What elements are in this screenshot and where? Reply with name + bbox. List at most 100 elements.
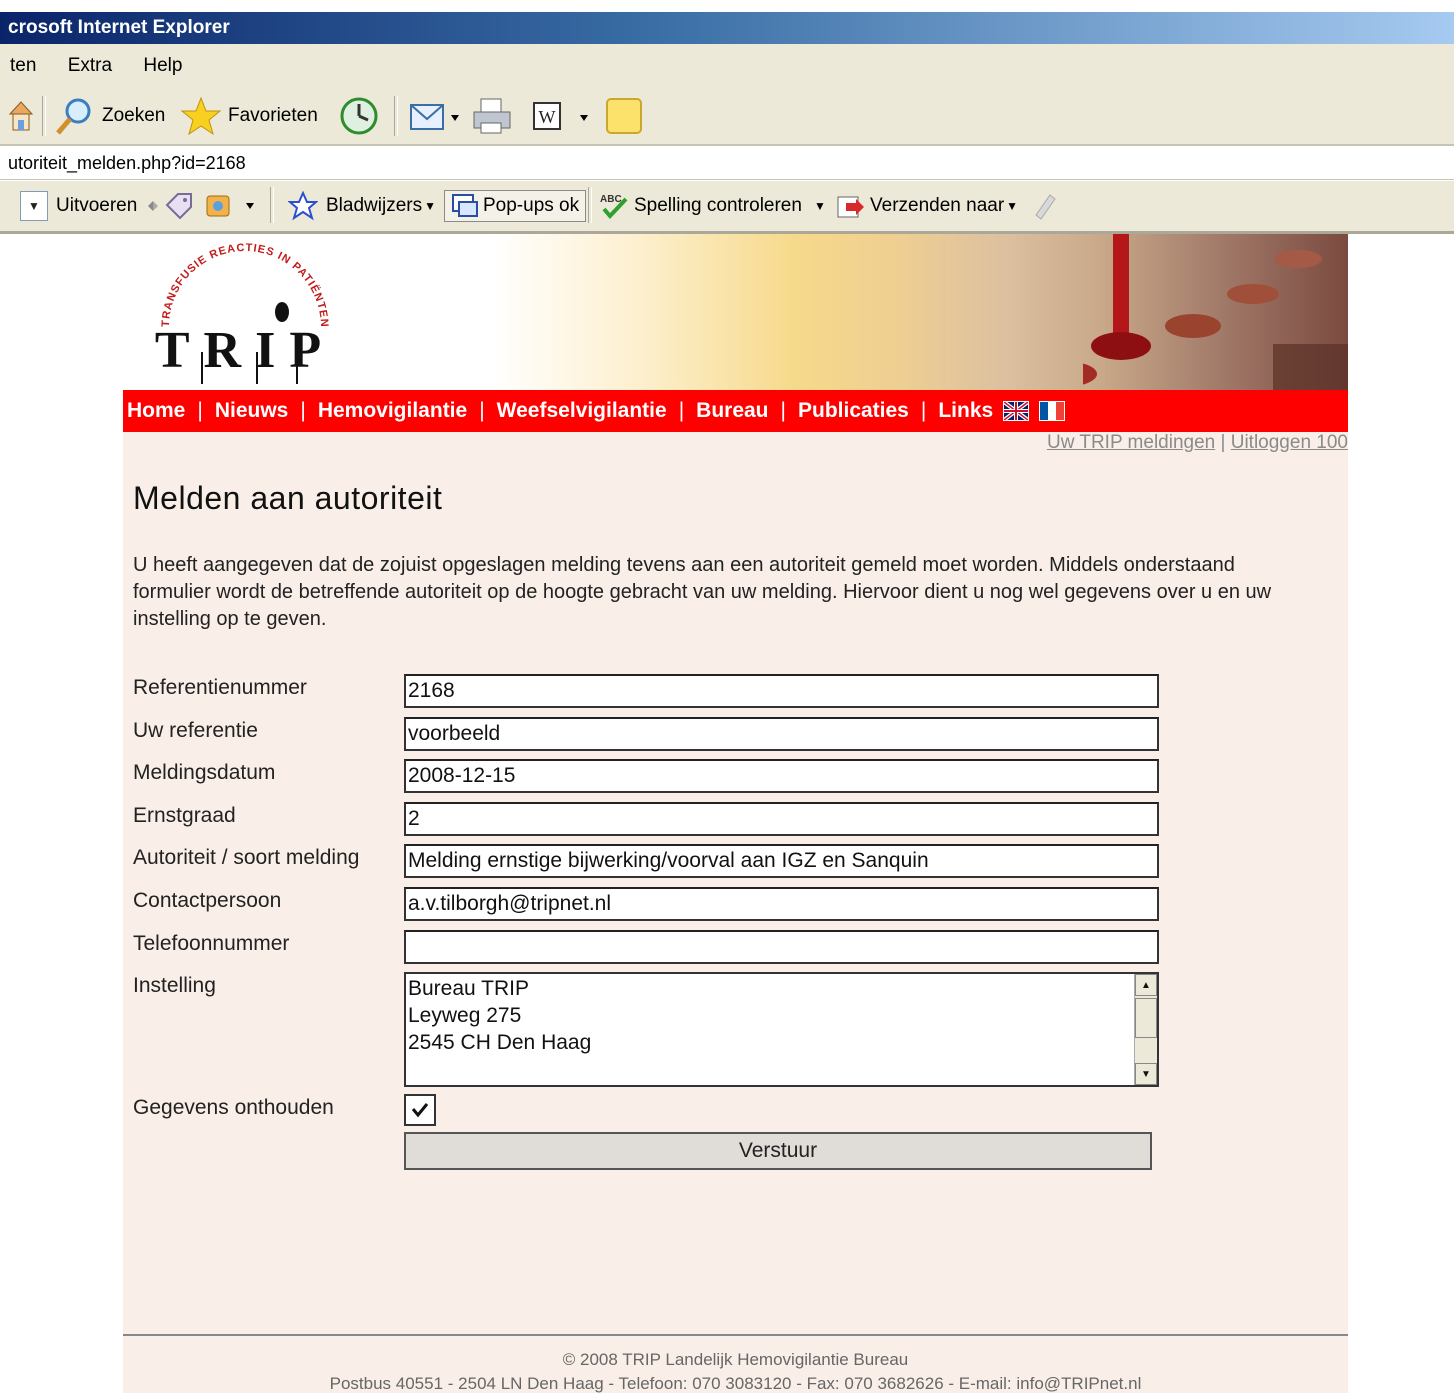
blood-plate-image: [1083, 234, 1348, 390]
flag-fr-icon[interactable]: [1039, 401, 1066, 421]
nav-publicaties[interactable]: Publicaties: [798, 399, 909, 423]
user-links: Uw TRIP meldingen | Uitloggen 100: [1047, 432, 1348, 454]
spelling-label: Spelling controleren: [634, 195, 802, 216]
note-button[interactable]: [604, 88, 652, 144]
popups-label: Pop-ups ok: [483, 195, 580, 216]
textarea-line: 2545 CH Den Haag: [408, 1031, 592, 1054]
nav-separator: |: [197, 399, 203, 422]
form-row-onthouden: Gegevens onthouden: [133, 1094, 1163, 1130]
menu-item-extra[interactable]: Extra: [68, 44, 112, 88]
menu-item-file[interactable]: ten: [10, 44, 36, 88]
spelling-button[interactable]: ABC Spelling controleren ▼: [598, 181, 826, 231]
highlighter-button[interactable]: [1030, 181, 1058, 231]
links-toolbar: ▼ Uitvoeren Bladwijzers ▼ Pop-ups ok ABC…: [0, 181, 1454, 234]
svg-text:W: W: [539, 107, 556, 127]
spellcheck-icon: ABC: [600, 194, 628, 219]
popups-button[interactable]: Pop-ups ok: [444, 181, 587, 231]
field-label: Telefoonnummer: [133, 932, 290, 955]
nav-bureau[interactable]: Bureau: [696, 399, 768, 423]
my-reports-link[interactable]: Uw TRIP meldingen: [1047, 432, 1215, 453]
run-label: Uitvoeren: [56, 195, 138, 216]
form-row-ernstgraad: Ernstgraad 2: [133, 802, 1163, 838]
menu-item-help[interactable]: Help: [143, 44, 182, 88]
bookmarks-label: Bladwijzers: [326, 195, 423, 216]
nav-home[interactable]: Home: [127, 399, 185, 423]
footer-email-link[interactable]: info@TRIPnet.nl: [1016, 1374, 1141, 1393]
mail-icon: [410, 104, 459, 130]
referentienummer-input[interactable]: 2168: [404, 674, 1159, 708]
field-label: Uw referentie: [133, 719, 258, 742]
field-label: Instelling: [133, 974, 216, 997]
form-row-contactpersoon: Contactpersoon a.v.tilborgh@tripnet.nl: [133, 887, 1163, 923]
tools-button[interactable]: [204, 181, 264, 231]
search-label: Zoeken: [102, 105, 166, 126]
meldingsdatum-input[interactable]: 2008-12-15: [404, 759, 1159, 793]
standard-toolbar: Zoeken Favorieten W: [0, 88, 1454, 146]
printer-icon: [473, 98, 511, 134]
history-icon: [340, 97, 378, 135]
nav-separator: |: [678, 399, 685, 422]
note-icon: [606, 98, 642, 134]
form-row-autoriteit: Autoriteit / soort melding Melding ernst…: [133, 844, 1163, 880]
logo-text: TRIP: [155, 322, 335, 379]
nav-separator: |: [920, 399, 927, 422]
verstuur-button[interactable]: Verstuur: [404, 1132, 1152, 1170]
nav-separator: |: [479, 399, 485, 422]
home-button[interactable]: [8, 88, 40, 144]
logout-link[interactable]: Uitloggen 100: [1231, 432, 1348, 453]
scroll-down-icon[interactable]: ▼: [1135, 1063, 1157, 1085]
scroll-up-icon[interactable]: ▲: [1135, 974, 1157, 996]
nav-hemovigilantie[interactable]: Hemovigilantie: [318, 399, 467, 423]
telefoonnummer-input[interactable]: [404, 930, 1159, 964]
autoriteit-input[interactable]: Melding ernstige bijwerking/voorval aan …: [404, 844, 1159, 878]
tag-button[interactable]: [164, 181, 194, 231]
svg-text:TRANSFUSIE REACTIES IN PATIËNT: TRANSFUSIE REACTIES IN PATIËNTEN: [160, 242, 330, 328]
bookmarks-button[interactable]: Bladwijzers ▼: [288, 181, 436, 231]
uw-referentie-input[interactable]: voorbeeld: [404, 717, 1159, 751]
popups-box: Pop-ups ok: [444, 190, 587, 222]
textarea-scrollbar[interactable]: ▲ ▼: [1134, 974, 1157, 1085]
logo-arc-text: TRANSFUSIE REACTIES IN PATIËNTEN: [160, 242, 329, 328]
star-icon: [180, 96, 222, 136]
flag-uk-icon[interactable]: [1003, 401, 1030, 421]
textarea-line: Bureau TRIP: [408, 977, 530, 1000]
history-dropdown[interactable]: ▼: [20, 191, 48, 221]
history-button[interactable]: [338, 88, 386, 144]
favorites-label: Favorieten: [228, 105, 318, 126]
search-button[interactable]: Zoeken: [54, 88, 165, 144]
user-links-separator: |: [1220, 432, 1226, 453]
nav-links[interactable]: Links: [938, 399, 993, 423]
intro-text: U heeft aangegeven dat de zojuist opgesl…: [133, 554, 1272, 630]
ernstgraad-input[interactable]: 2: [404, 802, 1159, 836]
print-button[interactable]: [470, 88, 520, 144]
separator-arrows-icon: [146, 181, 160, 231]
form-row-telefoonnummer: Telefoonnummer: [133, 930, 1163, 966]
scroll-thumb[interactable]: [1135, 998, 1157, 1038]
form-row-referentienummer: Referentienummer 2168: [133, 674, 1163, 710]
form-row-instelling: Instelling Bureau TRIP Leyweg 275 2545 C…: [133, 972, 1163, 1090]
address-bar[interactable]: utoriteit_melden.php?id=2168: [0, 146, 1454, 180]
field-label: Referentienummer: [133, 676, 307, 699]
field-label: Autoriteit / soort melding: [133, 846, 360, 869]
field-label: Gegevens onthouden: [133, 1096, 334, 1119]
main-nav: Home | Nieuws | Hemovigilantie | Weefsel…: [123, 390, 1348, 432]
instelling-textarea[interactable]: Bureau TRIP Leyweg 275 2545 CH Den Haag …: [404, 972, 1159, 1087]
mail-button[interactable]: [408, 88, 466, 144]
nav-weefselvigilantie[interactable]: Weefselvigilantie: [497, 399, 667, 423]
tools-icon: [206, 195, 254, 217]
field-label: Ernstgraad: [133, 804, 236, 827]
page-content: TRANSFUSIE REACTIES IN PATIËNTEN TRIP Ho…: [123, 234, 1348, 1393]
footer-copyright: © 2008 TRIP Landelijk Hemovigilantie Bur…: [562, 1350, 909, 1369]
bookmarks-arrow-icon: ▼: [424, 199, 436, 213]
nav-nieuws[interactable]: Nieuws: [215, 399, 289, 423]
run-button[interactable]: Uitvoeren: [56, 181, 137, 231]
textarea-line: Leyweg 275: [408, 1004, 522, 1027]
favorites-button[interactable]: Favorieten: [180, 88, 318, 144]
checkmark-icon: [411, 1103, 429, 1118]
window-title: crosoft Internet Explorer: [0, 12, 1454, 44]
remember-checkbox[interactable]: [404, 1094, 436, 1126]
sendto-button[interactable]: Verzenden naar ▼: [836, 181, 1018, 231]
edit-word-button[interactable]: W: [530, 88, 602, 144]
contactpersoon-input[interactable]: a.v.tilborgh@tripnet.nl: [404, 887, 1159, 921]
nav-separator: |: [780, 399, 786, 422]
